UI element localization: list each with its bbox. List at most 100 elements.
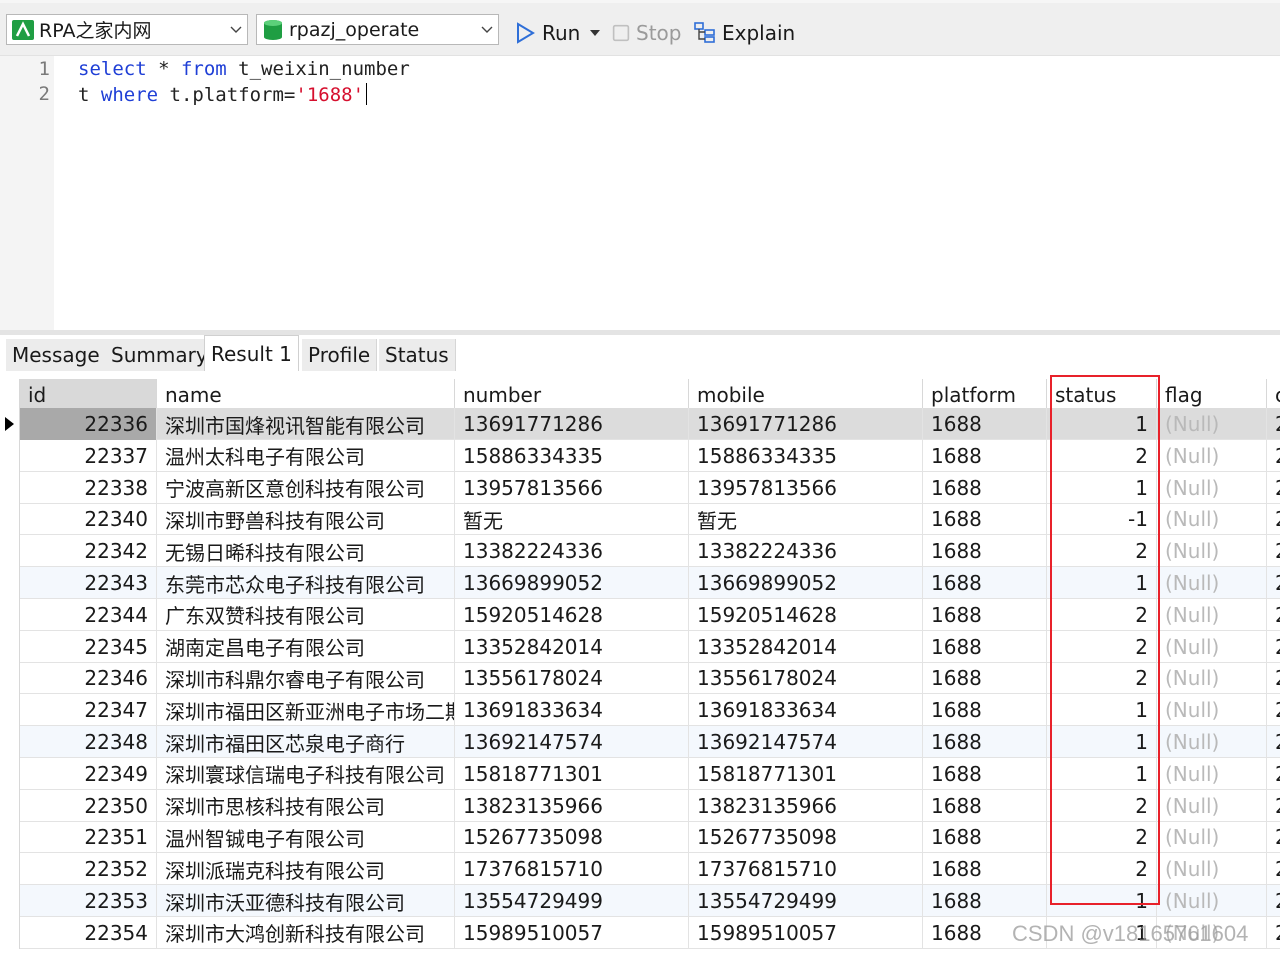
cell-id[interactable]: 22351 [20,821,157,854]
code-line-1[interactable]: select * from t_weixin_number [78,58,410,80]
cell-status[interactable]: 1 [1047,567,1157,599]
row-indicator[interactable] [0,885,20,917]
row-indicator[interactable] [0,789,20,822]
row-indicator[interactable] [0,535,20,568]
cell-status[interactable]: -1 [1047,503,1157,536]
table-row[interactable]: 22349 深圳寰球信瑞电子科技有限公司 15818771301 1581877130… [0,757,1280,790]
run-button[interactable]: Run [514,18,601,48]
cell-name[interactable]: 无锡日晞科技有限公司 [157,535,455,568]
tab-message[interactable]: Message [6,339,107,371]
table-row[interactable]: 22348 深圳市福田区芯泉电子商行 13692147574 13692147574 1… [0,726,1280,758]
row-indicator[interactable] [0,503,20,536]
cell-name[interactable]: 深圳寰球信瑞电子科技有限公司 [157,757,455,790]
cell-flag[interactable]: (Null) [1157,439,1267,472]
cell-number[interactable]: 13957813566 [455,471,689,504]
table-row[interactable]: 22338 宁波高新区意创科技有限公司 13957813566 13957813566… [0,471,1280,504]
cell-id[interactable]: 22348 [20,726,157,758]
cell-name[interactable]: 深圳市大鸿创新科技有限公司 [157,916,455,949]
cell-mobile[interactable]: 13554729499 [689,885,923,917]
table-row[interactable]: 22353 深圳市沃亚德科技有限公司 13554729499 13554729499 1… [0,885,1280,917]
cell-id[interactable]: 22349 [20,757,157,790]
cell-name[interactable]: 深圳市国烽视讯智能有限公司 [157,408,455,440]
cell-number[interactable]: 15920514628 [455,598,689,631]
cell-flag[interactable]: (Null) [1157,726,1267,758]
cell-name[interactable]: 东莞市芯众电子科技有限公司 [157,567,455,599]
cell-platform[interactable]: 1688 [923,757,1047,790]
table-row[interactable]: 22347 深圳市福田区新亚洲电子市场二期 13691833634 136918336… [0,694,1280,727]
cell-number[interactable]: 13554729499 [455,885,689,917]
cell-id[interactable]: 22345 [20,630,157,663]
cell-c[interactable]: 2 [1267,885,1280,917]
cell-c[interactable]: 2 [1267,440,1280,472]
cell-platform[interactable]: 1688 [923,598,1047,631]
table-row[interactable]: 22345 湖南定昌电子有限公司 13352842014 13352842014 168… [0,630,1280,663]
cell-c[interactable]: 2 [1267,567,1280,599]
cell-name[interactable]: 湖南定昌电子有限公司 [157,630,455,663]
code-line-2[interactable]: t where t.platform='1688' [78,83,368,106]
cell-name[interactable]: 深圳市沃亚德科技有限公司 [157,885,455,917]
cell-mobile[interactable]: 15989510057 [689,916,923,949]
cell-mobile[interactable]: 15267735098 [689,821,923,854]
cell-id[interactable]: 22344 [20,598,157,631]
cell-c[interactable]: 2 [1267,631,1280,663]
row-indicator[interactable] [0,853,20,886]
column-header-platform[interactable]: platform [923,379,1047,411]
cell-flag[interactable]: (Null) [1157,853,1267,886]
table-row[interactable]: 22352 深圳派瑞克科技有限公司 17376815710 17376815710 16… [0,853,1280,886]
cell-flag[interactable]: (Null) [1157,662,1267,695]
cell-platform[interactable]: 1688 [923,821,1047,854]
cell-number[interactable]: 15989510057 [455,916,689,949]
cell-mobile[interactable]: 13691771286 [689,408,923,440]
cell-c[interactable]: 2 [1267,472,1280,504]
cell-name[interactable]: 宁波高新区意创科技有限公司 [157,471,455,504]
table-row[interactable]: 22346 深圳市科鼎尔睿电子有限公司 13556178024 13556178024… [0,662,1280,695]
cell-platform[interactable]: 1688 [923,630,1047,663]
cell-c[interactable]: 2 [1267,662,1280,694]
cell-flag[interactable]: (Null) [1157,757,1267,790]
tab-result-1[interactable]: Result 1 [204,335,299,371]
row-indicator[interactable] [0,567,20,599]
cell-flag[interactable]: (Null) [1157,471,1267,504]
row-indicator[interactable] [0,726,20,758]
cell-flag[interactable]: (Null) [1157,503,1267,536]
cell-id[interactable]: 22354 [20,916,157,949]
cell-mobile[interactable]: 13823135966 [689,789,923,822]
cell-c[interactable]: 2 [1267,599,1280,631]
cell-number[interactable]: 暂无 [455,503,689,536]
cell-c[interactable]: 2 [1267,790,1280,822]
cell-status[interactable]: 2 [1047,662,1157,695]
tab-status[interactable]: Status [379,339,456,371]
database-select[interactable]: rpazj_operate [256,14,499,45]
column-header-id[interactable]: id [20,379,157,411]
cell-mobile[interactable]: 13352842014 [689,630,923,663]
cell-name[interactable]: 温州太科电子有限公司 [157,439,455,472]
cell-number[interactable]: 13691771286 [455,408,689,440]
cell-platform[interactable]: 1688 [923,662,1047,695]
explain-button[interactable]: Explain [694,18,795,48]
cell-id[interactable]: 22347 [20,694,157,727]
cell-status[interactable]: 2 [1047,535,1157,568]
column-header-name[interactable]: name [157,379,455,411]
cell-c[interactable]: 2 [1267,694,1280,726]
row-indicator[interactable] [0,821,20,854]
cell-mobile[interactable]: 13957813566 [689,471,923,504]
chevron-down-icon[interactable] [476,15,498,44]
cell-number[interactable]: 13692147574 [455,726,689,758]
cell-number[interactable]: 13382224336 [455,535,689,568]
cell-platform[interactable]: 1688 [923,471,1047,504]
table-row[interactable]: 22340深圳市野兽科技有限公司暂无暂无1688-1(Null)2 [0,503,1280,536]
cell-platform[interactable]: 1688 [923,535,1047,568]
cell-flag[interactable]: (Null) [1157,789,1267,822]
row-indicator[interactable] [0,471,20,504]
cell-status[interactable]: 2 [1047,439,1157,472]
cell-status[interactable]: 1 [1047,408,1157,440]
tab-profile[interactable]: Profile [302,339,378,371]
cell-name[interactable]: 深圳市福田区芯泉电子商行 [157,726,455,758]
row-indicator[interactable] [0,694,20,727]
cell-mobile[interactable]: 15818771301 [689,757,923,790]
sql-editor[interactable]: 1 2 select * from t_weixin_number t wher… [0,56,1280,330]
row-indicator[interactable] [0,757,20,790]
cell-c[interactable]: 2 [1267,758,1280,790]
cell-mobile[interactable]: 暂无 [689,503,923,536]
cell-id[interactable]: 22350 [20,789,157,822]
